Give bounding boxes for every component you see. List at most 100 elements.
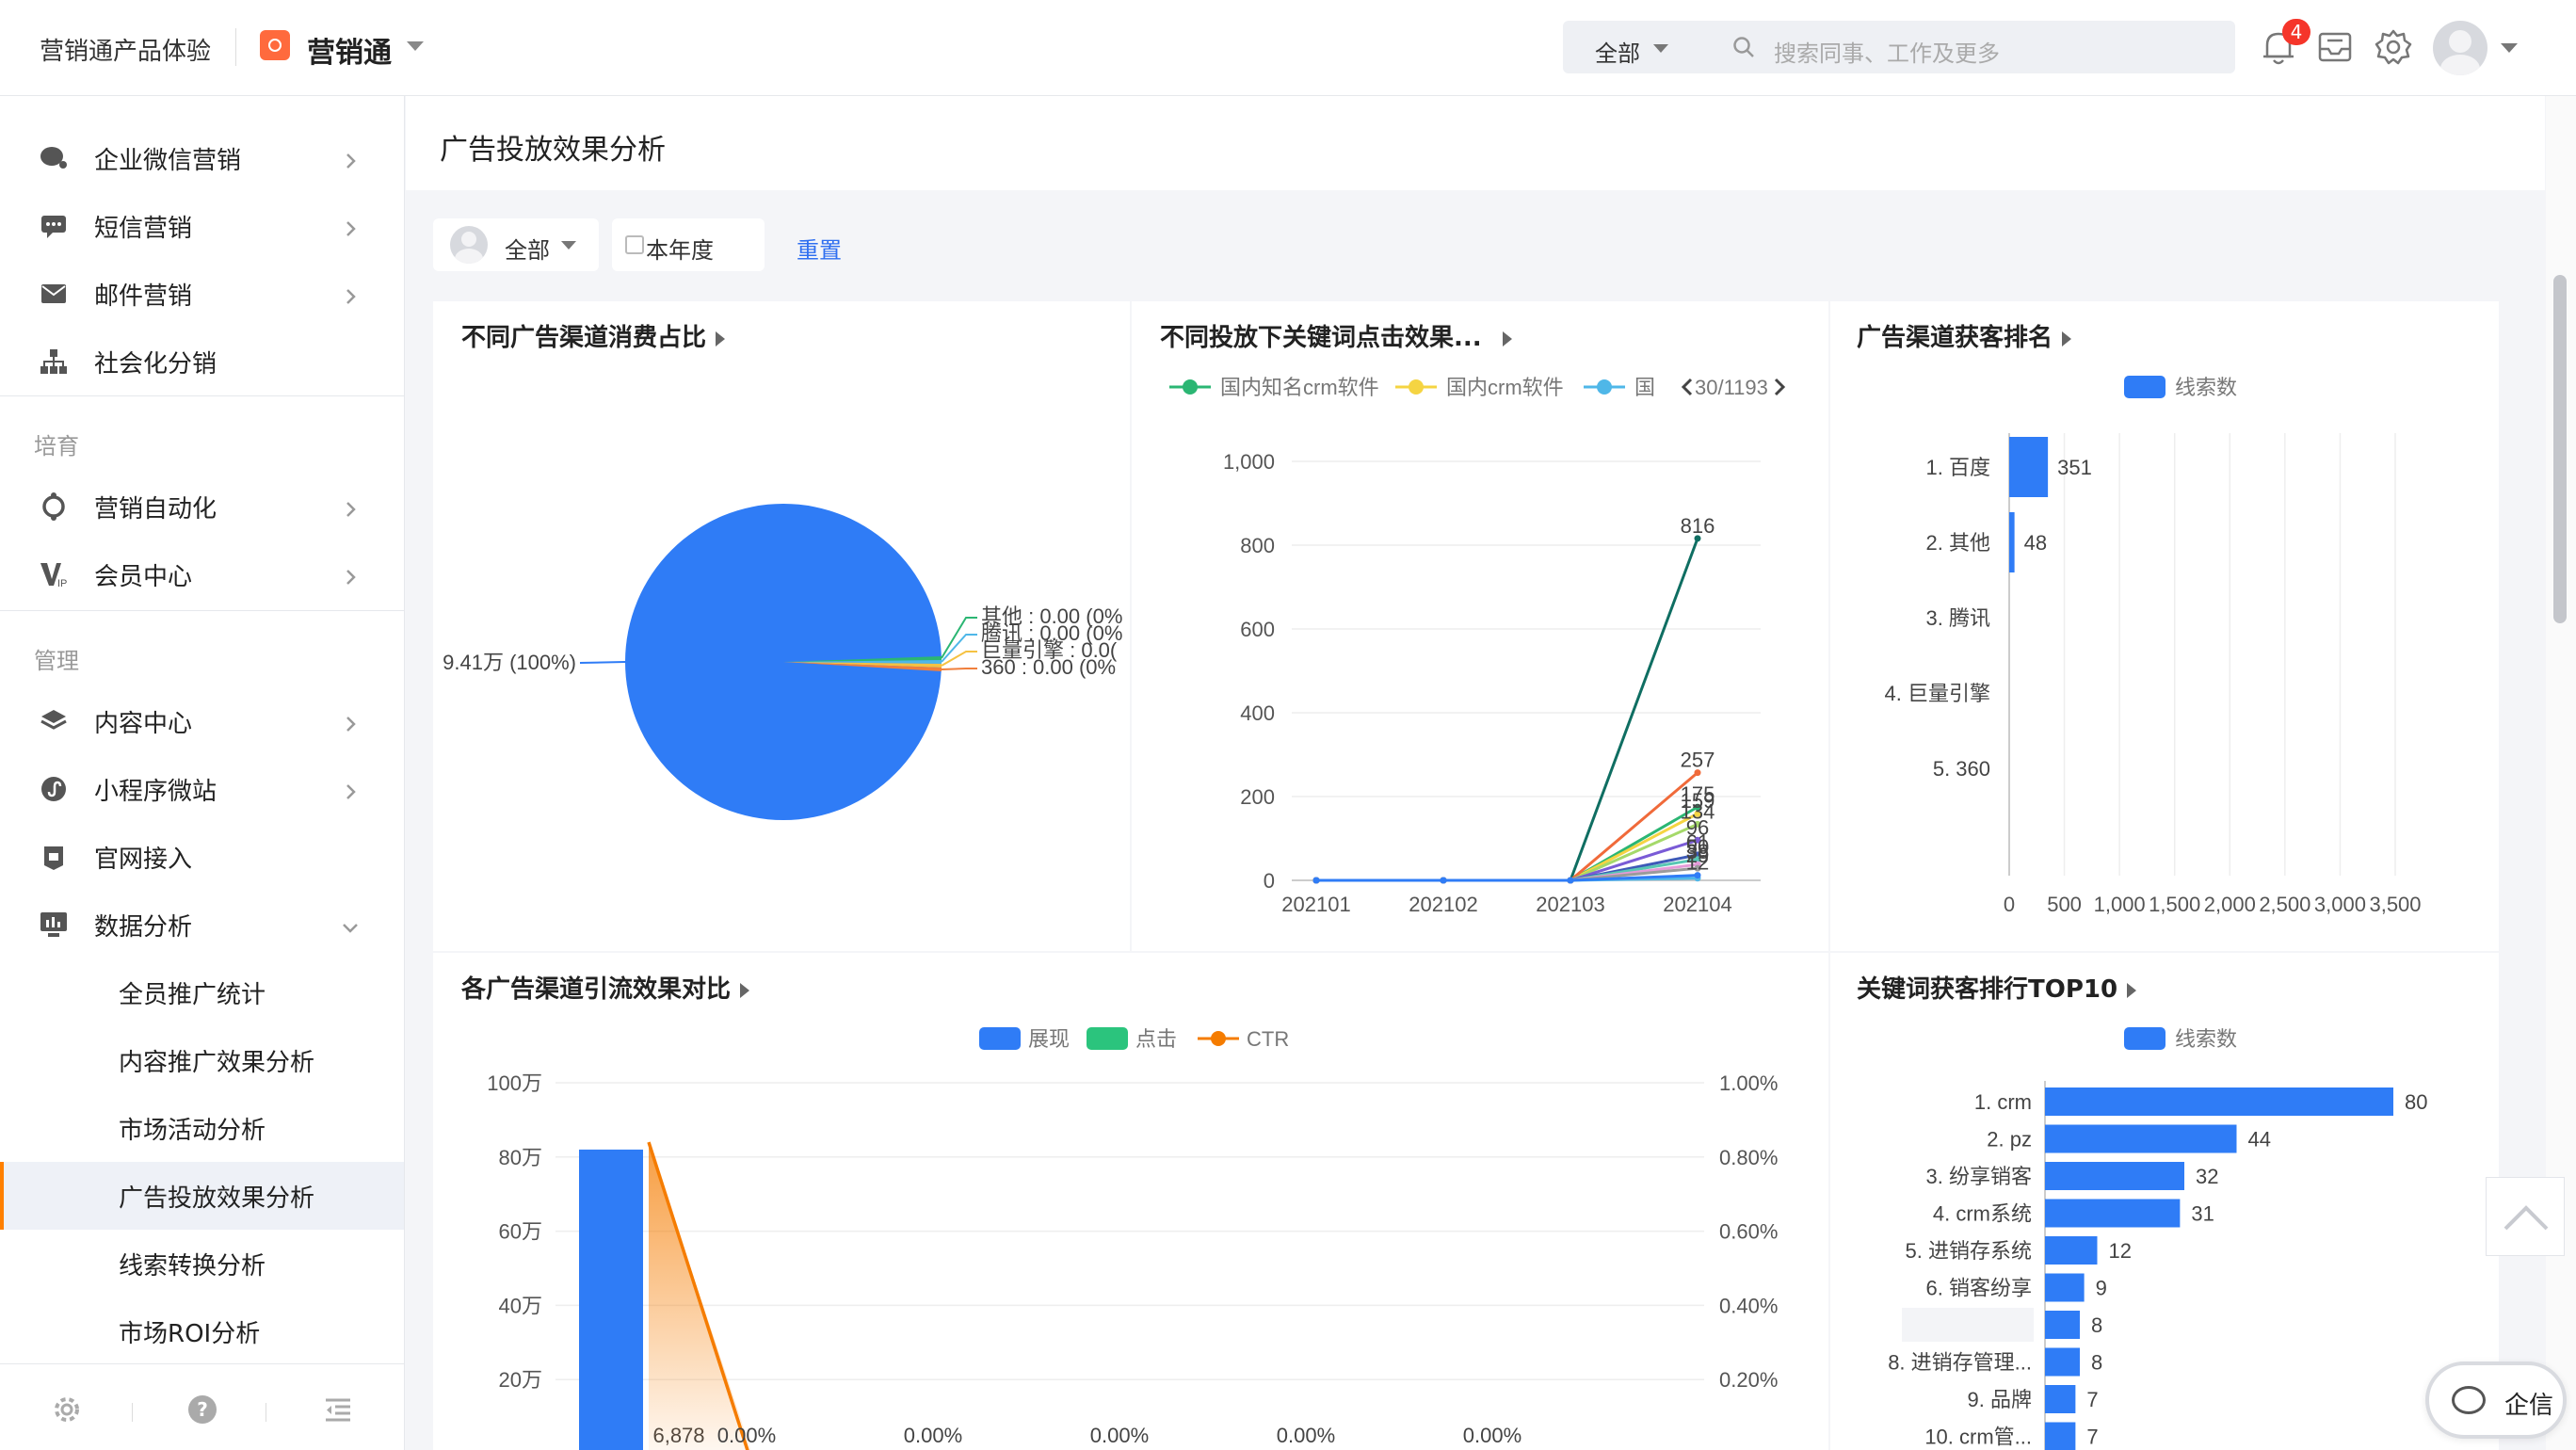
traffic-chart-panel: 各广告渠道引流效果对比 展现 点击 CTR 20万 0.20% 40万 0.40% 60万 0.…	[433, 953, 1828, 1450]
sidebar-item-items_top-1[interactable]: 短信营销	[0, 192, 404, 260]
y2-tick-label: 0.40%	[1719, 1294, 1778, 1317]
divider	[0, 610, 404, 611]
bar	[2045, 1422, 2076, 1450]
settings-icon[interactable]	[53, 1395, 81, 1424]
data-label: 8	[2091, 1351, 2102, 1375]
vip-icon: IP	[38, 558, 70, 590]
sidebar-item-items_manage-0[interactable]: 内容中心	[0, 687, 404, 755]
y-tick-label: 400	[1240, 701, 1275, 725]
sidebar-subitem-label: 市场ROI分析	[119, 1319, 261, 1348]
sidebar-subitem-3[interactable]: 广告投放效果分析	[0, 1162, 404, 1230]
data-label: 0.00%	[1090, 1424, 1149, 1447]
category-label: 4. 巨量引擎	[1885, 682, 1990, 705]
category-label: 2. 其他	[1926, 531, 1990, 555]
data-label: 8	[2091, 1313, 2102, 1337]
inbox-icon[interactable]	[2316, 28, 2354, 66]
sidebar-subitem-5[interactable]: 市场ROI分析	[0, 1297, 404, 1365]
chevron-down-icon[interactable]	[341, 915, 360, 934]
bar-chart: 线索数 1. crm 80 2. pz 44 3. 纷享销客 32 4. crm系统 31 5. …	[1888, 1027, 2427, 1450]
chevron-right-icon[interactable]	[341, 497, 360, 517]
legend-marker	[1597, 379, 1612, 395]
app-logo-icon	[260, 30, 290, 60]
data-label: 7	[2086, 1426, 2098, 1449]
y2-tick-label: 0.80%	[1719, 1146, 1778, 1169]
chevron-down-icon[interactable]	[561, 241, 576, 250]
pie-label-line	[579, 661, 626, 664]
sidebar-subitem-1[interactable]: 内容推广效果分析	[0, 1026, 404, 1094]
sidebar-subitem-4[interactable]: 线索转换分析	[0, 1230, 404, 1297]
sidebar-subitem-label: 全员推广统计	[119, 980, 266, 1009]
legend-pager: 30/1193	[1695, 376, 1768, 399]
sidebar-item-label: 社会化分销	[94, 349, 217, 379]
scrollbar-thumb[interactable]	[2553, 275, 2567, 623]
back-to-top-button[interactable]	[2486, 1177, 2565, 1256]
reset-link[interactable]: 重置	[797, 232, 842, 265]
sidebar-item-items_top-2[interactable]: 邮件营销	[0, 260, 404, 328]
data-point	[1440, 877, 1447, 884]
chevron-right-icon[interactable]	[341, 565, 360, 585]
chevron-right-icon[interactable]	[341, 284, 360, 304]
category-label: 8. 进销存管理...	[1888, 1351, 2032, 1375]
search-input[interactable]: 搜索同事、工作及更多	[1774, 35, 2000, 68]
sidebar-subitem-0[interactable]: 全员推广统计	[0, 959, 404, 1026]
help-icon[interactable]: ?	[188, 1395, 217, 1424]
pager-prev-icon	[1681, 378, 1693, 396]
sidebar-subitem-label: 市场活动分析	[119, 1116, 266, 1145]
sidebar-item-items_manage-3[interactable]: 数据分析	[0, 891, 404, 959]
page-title: 广告投放效果分析	[440, 134, 666, 167]
chevron-down-icon[interactable]	[1653, 44, 1668, 53]
sidebar-item-label: 数据分析	[94, 912, 193, 942]
x-tick-label: 202101	[1281, 893, 1350, 916]
y-tick-label: 600	[1240, 618, 1275, 641]
bar	[2045, 1162, 2184, 1190]
sidebar-item-label: 营销自动化	[94, 494, 217, 524]
collapse-sidebar-icon[interactable]	[324, 1397, 352, 1422]
y-tick-label: 200	[1240, 785, 1275, 809]
bar	[2045, 1347, 2080, 1377]
category-label: 3. 腾讯	[1926, 606, 1990, 630]
data-label: 0.00%	[904, 1424, 962, 1447]
gear-icon[interactable]	[2375, 28, 2412, 66]
chevron-right-icon[interactable]	[341, 712, 360, 732]
legend-marker	[1409, 379, 1424, 395]
chevron-right-icon[interactable]	[341, 780, 360, 799]
workspace-name[interactable]: 营销通产品体验	[40, 32, 211, 67]
date-filter[interactable]: 本年度	[612, 218, 765, 271]
data-label: 0.00%	[1277, 1424, 1335, 1447]
line-series-3	[1316, 538, 1699, 882]
divider	[132, 1403, 133, 1422]
chevron-right-icon[interactable]	[341, 217, 360, 236]
avatar[interactable]	[2433, 21, 2487, 75]
category-label: 5. 360	[1933, 757, 1990, 781]
chat-float-button[interactable]: 企信	[2425, 1361, 2567, 1439]
chevron-down-icon[interactable]	[407, 41, 424, 51]
sidebar-item-label: 短信营销	[94, 214, 193, 243]
mail-icon	[38, 278, 70, 310]
category-label: 9. 品牌	[1968, 1388, 2032, 1411]
sidebar-item-label: 小程序微站	[94, 777, 217, 806]
bar	[2045, 1124, 2237, 1153]
divider	[235, 28, 236, 66]
owner-filter[interactable]: 全部	[433, 218, 599, 271]
sidebar-item-items_top-3[interactable]: 社会化分销	[0, 328, 404, 395]
y2-tick-label: 0.20%	[1719, 1368, 1778, 1392]
sidebar-item-items_manage-2[interactable]: 官网接入	[0, 823, 404, 891]
search-icon[interactable]	[1732, 36, 1755, 58]
line-series-4	[1316, 771, 1699, 882]
sidebar-item-items_nurture-1[interactable]: IP 会员中心	[0, 540, 404, 608]
sidebar-item-items_top-0[interactable]: 企业微信营销	[0, 124, 404, 192]
x-tick-label: 1,500	[2149, 893, 2200, 916]
x-tick-label: 3,000	[2314, 893, 2366, 916]
owner-filter-value: 全部	[505, 237, 550, 264]
hierarchy-icon	[38, 346, 70, 378]
sidebar-item-items_manage-1[interactable]: 小程序微站	[0, 755, 404, 823]
search-scope-select[interactable]: 全部	[1595, 35, 1640, 68]
x-tick-label: 202103	[1536, 893, 1604, 916]
keyword-top10-chart-panel: 关键词获客排行TOP10 线索数 1. crm 80 2. pz 44 3. 纷享销客 32…	[1830, 953, 2499, 1450]
sidebar-subitem-2[interactable]: 市场活动分析	[0, 1094, 404, 1162]
app-name[interactable]: 营销通	[307, 29, 392, 71]
sidebar-item-items_nurture-0[interactable]: 营销自动化	[0, 473, 404, 540]
chevron-down-icon[interactable]	[2501, 43, 2518, 53]
chevron-right-icon[interactable]	[341, 149, 360, 169]
calendar-icon	[625, 235, 644, 254]
